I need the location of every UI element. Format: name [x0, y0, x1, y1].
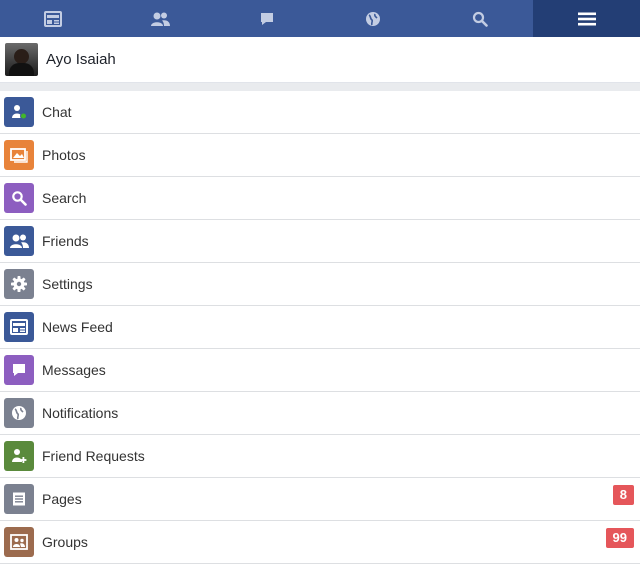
tab-notifications[interactable] [320, 0, 427, 37]
menu-item-label: News Feed [42, 319, 113, 335]
section-divider [0, 83, 640, 91]
menu-item-settings[interactable]: Settings [0, 263, 640, 306]
menu-item-label: Friends [42, 233, 89, 249]
tab-friends[interactable] [107, 0, 214, 37]
menu-item-pages[interactable]: Pages 8 [0, 478, 640, 521]
news-feed-icon [44, 10, 63, 27]
menu-item-label: Settings [42, 276, 93, 292]
menu-item-label: Messages [42, 362, 106, 378]
tab-news-feed[interactable] [0, 0, 107, 37]
menu-item-photos[interactable]: Photos [0, 134, 640, 177]
friends-icon [4, 226, 34, 256]
menu-item-label: Groups [42, 534, 88, 550]
profile-name: Ayo Isaiah [46, 51, 116, 68]
main-menu: Chat Photos Search Friends Settings News… [0, 91, 640, 564]
groups-icon [4, 527, 34, 557]
pages-count-badge: 8 [612, 485, 634, 505]
menu-item-label: Pages [42, 491, 82, 507]
tab-menu[interactable] [533, 0, 640, 37]
tab-search[interactable] [427, 0, 534, 37]
avatar [5, 43, 38, 76]
photos-icon [4, 140, 34, 170]
tab-messages[interactable] [213, 0, 320, 37]
chat-icon [4, 97, 34, 127]
menu-item-search[interactable]: Search [0, 177, 640, 220]
groups-count-badge: 99 [605, 528, 634, 548]
menu-item-messages[interactable]: Messages [0, 349, 640, 392]
search-icon [4, 183, 34, 213]
menu-item-friends[interactable]: Friends [0, 220, 640, 263]
menu-item-label: Chat [42, 104, 72, 120]
gear-icon [4, 269, 34, 299]
menu-icon [577, 11, 597, 27]
globe-icon [365, 11, 381, 27]
menu-item-label: Photos [42, 147, 86, 163]
menu-item-friend-requests[interactable]: Friend Requests [0, 435, 640, 478]
menu-item-label: Search [42, 190, 87, 206]
messages-icon [259, 11, 275, 27]
menu-item-label: Notifications [42, 405, 119, 421]
pages-icon [4, 484, 34, 514]
menu-item-chat[interactable]: Chat [0, 91, 640, 134]
globe-icon [4, 398, 34, 428]
menu-item-notifications[interactable]: Notifications [0, 392, 640, 435]
profile-row[interactable]: Ayo Isaiah [0, 37, 640, 83]
friend-request-icon [4, 441, 34, 471]
news-feed-icon [4, 312, 34, 342]
search-icon [472, 11, 488, 27]
top-navigation-bar [0, 0, 640, 37]
menu-item-news-feed[interactable]: News Feed [0, 306, 640, 349]
friends-icon [150, 11, 170, 27]
messages-icon [4, 355, 34, 385]
menu-item-label: Friend Requests [42, 448, 145, 464]
menu-item-groups[interactable]: Groups 99 [0, 521, 640, 564]
